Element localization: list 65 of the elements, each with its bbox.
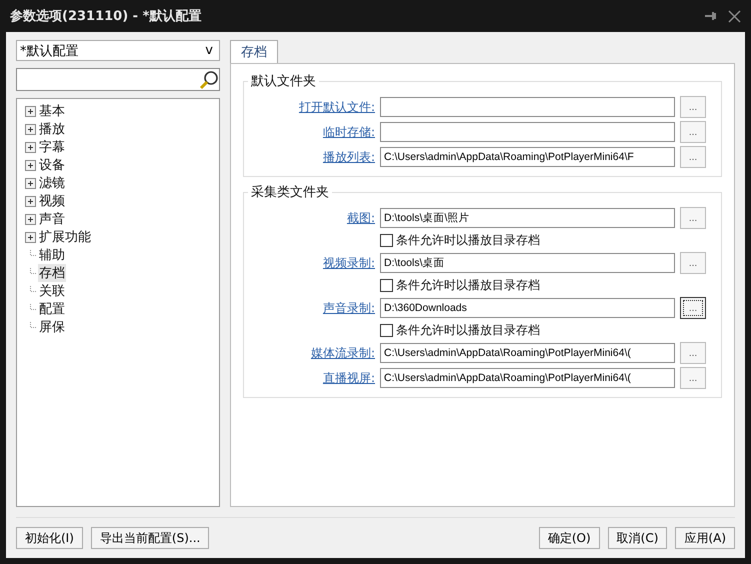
expand-icon[interactable] xyxy=(25,106,36,116)
profile-dropdown[interactable]: *默认配置 v xyxy=(16,40,220,61)
browse-button[interactable]: ... xyxy=(680,146,706,168)
path-field[interactable]: D:\tools\桌面 xyxy=(380,253,675,273)
expand-icon[interactable] xyxy=(25,196,36,206)
footer-button[interactable]: 导出当前配置(S)... xyxy=(90,527,210,549)
tree-item[interactable]: 设备 xyxy=(38,156,66,174)
tree-item[interactable]: 声音 xyxy=(38,210,66,228)
path-field[interactable]: D:\360Downloads xyxy=(380,298,675,318)
folder-link[interactable]: 打开默认文件: xyxy=(298,98,375,116)
expand-icon[interactable] xyxy=(25,178,36,188)
footer-button[interactable]: 确定(O) xyxy=(538,527,600,549)
search-icon[interactable] xyxy=(199,70,219,90)
folder-link[interactable]: 声音录制: xyxy=(322,300,375,316)
tree-item[interactable]: 屏保 xyxy=(38,318,66,336)
folder-link[interactable]: 媒体流录制: xyxy=(310,344,375,362)
tree-item[interactable]: 辅助 xyxy=(38,246,66,264)
expand-icon[interactable] xyxy=(25,124,36,134)
footer-button[interactable]: 初始化(I) xyxy=(16,527,83,549)
tree-item[interactable]: 配置 xyxy=(38,300,66,318)
checkbox[interactable] xyxy=(380,234,393,247)
footer-button[interactable]: 取消(C) xyxy=(608,527,668,549)
path-field[interactable]: C:\Users\admin\AppData\Roaming\PotPlayerMini64\F xyxy=(380,147,675,167)
browse-button[interactable]: ... xyxy=(680,297,706,319)
checkbox-label: 条件允许时以播放目录存档 xyxy=(396,232,540,249)
expand-icon[interactable] xyxy=(25,214,36,224)
path-field[interactable]: C:\Users\admin\AppData\Roaming\PotPlayerMini64\( xyxy=(380,368,675,388)
tree-item[interactable]: 基本 xyxy=(38,102,66,120)
tree-item[interactable]: 扩展功能 xyxy=(38,228,92,246)
checkbox[interactable] xyxy=(380,324,393,337)
browse-button[interactable]: ... xyxy=(680,342,706,364)
tree-item[interactable]: 播放 xyxy=(38,120,66,138)
checkbox[interactable] xyxy=(380,279,393,292)
expand-icon[interactable] xyxy=(25,232,36,242)
path-field[interactable] xyxy=(380,122,675,142)
tree-item[interactable]: 字幕 xyxy=(38,138,66,156)
folder-link[interactable]: 截图: xyxy=(346,210,375,226)
checkbox-label: 条件允许时以播放目录存档 xyxy=(396,277,540,294)
close-icon[interactable] xyxy=(728,10,741,22)
folder-link[interactable]: 视频录制: xyxy=(322,254,375,272)
path-field[interactable]: D:\tools\桌面\照片 xyxy=(380,208,675,228)
footer-button[interactable]: 应用(A) xyxy=(675,527,735,549)
checkbox-label: 条件允许时以播放目录存档 xyxy=(396,322,540,339)
tree-item[interactable]: 滤镜 xyxy=(38,174,66,192)
folder-link[interactable]: 播放列表: xyxy=(322,148,375,166)
folder-link[interactable]: 临时存储: xyxy=(322,124,375,140)
browse-button[interactable]: ... xyxy=(680,121,706,143)
browse-button[interactable]: ... xyxy=(680,96,706,118)
expand-icon[interactable] xyxy=(25,142,36,152)
tree-item[interactable]: 视频 xyxy=(38,192,66,210)
search-field[interactable] xyxy=(16,68,220,91)
expand-icon[interactable] xyxy=(25,160,36,170)
tree-item[interactable]: 关联 xyxy=(38,282,66,300)
tab[interactable]: 存档 xyxy=(230,40,278,63)
folder-link[interactable]: 直播视屏: xyxy=(322,370,375,386)
group-title: 采集类文件夹 xyxy=(250,184,330,201)
path-field[interactable]: C:\Users\admin\AppData\Roaming\PotPlayerMini64\( xyxy=(380,343,675,363)
pin-icon[interactable] xyxy=(704,9,718,23)
window-title: 参数选项(231110) - *默认配置 xyxy=(10,8,202,25)
browse-button[interactable]: ... xyxy=(680,367,706,389)
browse-button[interactable]: ... xyxy=(680,207,706,229)
group-title: 默认文件夹 xyxy=(250,73,317,90)
browse-button[interactable]: ... xyxy=(680,252,706,274)
path-field[interactable] xyxy=(380,97,675,117)
tree-item[interactable]: 存档 xyxy=(38,264,66,282)
